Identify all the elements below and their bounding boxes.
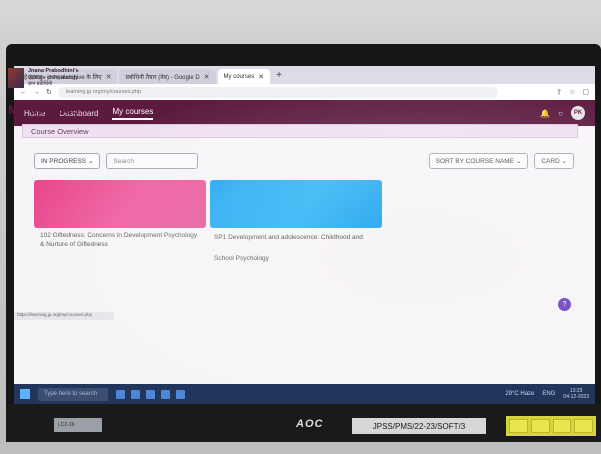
avatar[interactable]: PK [571,106,585,120]
sort-label: SORT BY COURSE NAME [435,157,515,165]
url-field[interactable]: learning.jp.org/my/courses.php [57,86,498,98]
course-title-link-line2[interactable]: School Psychology [214,254,394,263]
course-card-image[interactable] [210,180,382,228]
view-dropdown[interactable]: CARD ⌄ [534,153,574,169]
search-input[interactable]: Search [106,153,199,169]
side-sticker: LC2-16 [54,418,102,432]
close-icon[interactable]: ✕ [258,73,264,81]
chevron-down-icon: ⌄ [515,158,522,165]
browser-tab-3[interactable]: My courses ✕ [217,69,271,84]
course-title-link[interactable]: 102 Giftedness: Concerns in Development … [40,231,200,249]
course-filters: IN PROGRESS ⌄ Search SORT BY COURSE NAME… [34,152,574,170]
monitor-button-strip [506,416,596,436]
course-title-link[interactable]: SP1 Development and adolescence: Childho… [214,233,394,242]
asset-label-sticker: JPSS/PMS/22-23/SOFT/3 [352,418,486,434]
monitor-brand-logo: AOC [296,418,324,430]
monitor-button[interactable] [530,419,550,433]
task-view-icon[interactable] [116,389,125,399]
chrome-icon[interactable] [176,389,185,399]
logo-line1: Jnana Prabodhini's [28,68,79,75]
view-label: CARD [541,157,560,165]
sidebar-icon[interactable]: ▢ [582,88,589,96]
logo-line3: ज्ञान प्रबोधिनी [28,81,53,88]
tab-label: प्रबोधिनी तैयार (वेब) - Google D [125,74,200,81]
chevron-down-icon: ⌄ [87,158,94,165]
tab-label: My courses [223,73,255,80]
taskbar-search-input[interactable]: Type here to search [38,387,108,401]
sort-dropdown[interactable]: SORT BY COURSE NAME ⌄ [428,153,529,169]
page-title: My courses [8,102,80,117]
help-button[interactable]: ? [558,298,571,311]
course-overview-header: Course Overview [22,124,578,138]
back-icon[interactable]: ← [20,89,27,96]
new-tab-icon[interactable]: + [276,70,282,81]
system-tray: 29°C Haze ENG 13:23 04-12-2023 [505,388,595,400]
mail-icon[interactable] [161,389,170,399]
forward-icon[interactable]: → [33,89,40,96]
address-bar: ← → ↻ learning.jp.org/my/courses.php ⇪ ☆… [14,84,595,100]
language-indicator[interactable]: ENG [542,391,555,397]
message-icon[interactable]: ○ [558,109,563,118]
monitor-button[interactable] [509,419,528,433]
close-icon[interactable]: ✕ [204,73,210,81]
monitor-button[interactable] [574,419,593,433]
store-icon[interactable] [146,389,155,399]
clock-date: 04-12-2023 [563,394,589,400]
chevron-down-icon: ⌄ [561,158,567,165]
browser-tab-2[interactable]: प्रबोधिनी तैयार (वेब) - Google D ✕ [119,69,216,84]
weather-status[interactable]: 29°C Haze [505,391,534,397]
logo-image [8,68,24,88]
clock[interactable]: 13:23 04-12-2023 [563,388,589,400]
notification-icon[interactable]: 🔔 [540,109,550,118]
course-card-image[interactable] [34,180,206,228]
browser-tab-bar: हे इंद्रधनु - journalarchive के लिए ✕ प्र… [14,66,595,84]
star-icon[interactable]: ☆ [569,88,575,96]
close-icon[interactable]: ✕ [106,73,112,81]
windows-start-icon[interactable] [20,389,30,399]
site-navbar: Home Dashboard My courses 🔔 ○ PK [14,100,595,126]
progress-filter-dropdown[interactable]: IN PROGRESS ⌄ [34,153,101,169]
windows-taskbar: Type here to search 29°C Haze ENG 13:23 … [14,384,595,404]
file-explorer-icon[interactable] [131,389,140,399]
progress-filter-label: IN PROGRESS [41,157,87,165]
monitor-button[interactable] [552,419,572,433]
share-icon[interactable]: ⇪ [556,88,562,96]
status-bar-url: https://learning.jp.org/my/courses.php [14,312,114,320]
site-logo[interactable]: Jnana Prabodhini's Institute of Psycholo… [8,68,79,88]
reload-icon[interactable]: ↻ [46,88,52,96]
nav-my-courses[interactable]: My courses [112,107,154,120]
